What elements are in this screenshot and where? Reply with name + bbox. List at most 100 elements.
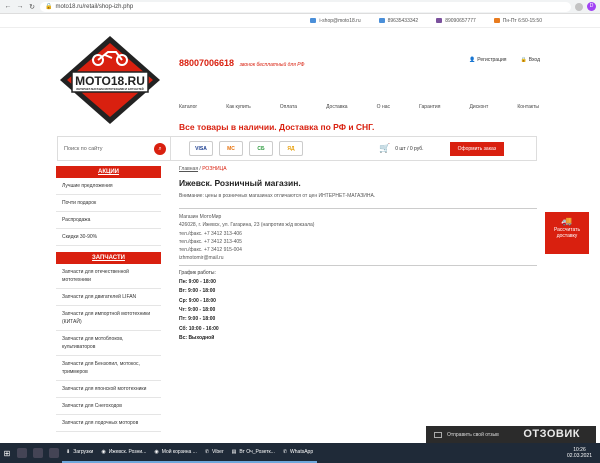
sberbank-icon: СБ bbox=[249, 141, 273, 156]
sidebar: АКЦИИ Лучшие предложения Почти подарок Р… bbox=[56, 166, 161, 432]
order-button[interactable]: Оформить заказ bbox=[449, 141, 505, 156]
task-chrome-2[interactable]: ◉ Мой корзина ... bbox=[150, 443, 201, 463]
sidebar-item[interactable]: Запчасти для мотоблоков, культиваторов bbox=[56, 331, 161, 356]
phone-note: звонок бесплатный для РФ bbox=[239, 62, 305, 68]
login-link[interactable]: 🔒 Вход bbox=[520, 57, 540, 63]
account-links: 👤 Регистрация 🔒 Вход bbox=[469, 57, 540, 63]
login-icon: 🔒 bbox=[520, 57, 527, 63]
site-header: MOTO18.RU ИНТЕРНЕТ-МАГАЗИН МОТОТЕХНИКИ И… bbox=[0, 28, 600, 132]
system-clock[interactable]: 10:26 02.03.2021 bbox=[567, 447, 600, 459]
url-text: moto18.ru/retail/shop-izh.php bbox=[55, 3, 134, 10]
header-phone[interactable]: 88007006618 звонок бесплатный для РФ bbox=[179, 58, 305, 68]
sidebar-item[interactable]: Лучшие предложения bbox=[56, 178, 161, 195]
sidebar-item[interactable]: Запчасти для импортной мототехники (КИТА… bbox=[56, 306, 161, 331]
reload-icon[interactable]: ↻ bbox=[28, 3, 36, 11]
search-input[interactable]: Поиск по сайту bbox=[64, 146, 103, 152]
yandex-money-icon: ЯД bbox=[279, 141, 303, 156]
document-icon: ▤ bbox=[231, 449, 237, 455]
browser-toolbar: ← → ↻ 🔒 moto18.ru/retail/shop-izh.php D bbox=[0, 0, 600, 14]
chat-icon bbox=[434, 431, 442, 438]
main-menu: Каталог Как купить Оплата Доставка О нас… bbox=[179, 104, 539, 110]
menu-item-payment[interactable]: Оплата bbox=[280, 104, 297, 110]
address-bar[interactable]: 🔒 moto18.ru/retail/shop-izh.php bbox=[40, 1, 571, 12]
shop-phone: тел./факс. +7 3412 313-406 bbox=[179, 230, 242, 237]
menu-item-delivery[interactable]: Доставка bbox=[326, 104, 347, 110]
shop-email[interactable]: izhmotomir@mail.ru bbox=[179, 254, 537, 262]
task-whatsapp[interactable]: ✆ WhatsApp bbox=[278, 443, 318, 463]
task-chrome-1[interactable]: ◉ Ижевск. Розни... bbox=[97, 443, 151, 463]
search-box[interactable]: Поиск по сайту ⌕ bbox=[58, 137, 171, 160]
site-logo[interactable]: MOTO18.RU ИНТЕРНЕТ-МАГАЗИН МОТОТЕХНИКИ И… bbox=[58, 34, 162, 126]
sidebar-parts-title[interactable]: ЗАПЧАСТИ bbox=[56, 252, 161, 264]
schedule-row: Вт: 9:00 - 18:00 bbox=[179, 288, 216, 295]
phone-icon bbox=[378, 18, 385, 23]
user-icon: 👤 bbox=[468, 57, 476, 63]
watermark: ОТЗОВИК bbox=[523, 428, 580, 440]
phone-number: 88007006618 bbox=[179, 58, 235, 68]
sidebar-item[interactable]: Запчасти для Бензопил, мотокос, триммеро… bbox=[56, 356, 161, 381]
windows-start-icon[interactable]: ⊞ bbox=[0, 449, 14, 458]
cart-total: 0 шт / 0 руб. bbox=[395, 145, 424, 152]
shop-name: Магазин МотоМир bbox=[179, 214, 222, 220]
topbar-phone1[interactable]: 89635433342 bbox=[378, 18, 418, 24]
task-viber[interactable]: ✆ Viber bbox=[200, 443, 228, 463]
schedule: График работы: Пн: 9:00 - 18:00 Вт: 9:00… bbox=[179, 269, 537, 343]
schedule-row: Пт: 9:00 - 18:00 bbox=[179, 316, 216, 323]
search-taskbar-icon[interactable] bbox=[17, 448, 27, 458]
task-downloads[interactable]: ⬇ Загрузки bbox=[62, 443, 98, 463]
schedule-row: Чт: 9:00 - 18:00 bbox=[179, 306, 216, 313]
clock-date: 02.03.2021 bbox=[566, 453, 592, 459]
shop-info: Магазин МотоМир 426028, г. Ижевск, ул. Г… bbox=[179, 213, 537, 266]
shop-phone: тел./факс. +7 3412 915-004 bbox=[179, 247, 242, 254]
truck-icon: 🚚 bbox=[561, 216, 573, 226]
sidebar-item[interactable]: Запчасти для японской мототехники bbox=[56, 381, 161, 398]
forward-icon[interactable]: → bbox=[16, 3, 24, 10]
sidebar-item[interactable]: Распродажа bbox=[56, 212, 161, 229]
breadcrumb: Главная / РОЗНИЦА bbox=[179, 166, 227, 172]
menu-item-discount[interactable]: Дисконт bbox=[470, 104, 489, 110]
clock-icon bbox=[493, 18, 500, 23]
sidebar-item[interactable]: Запчасти для отечественной мототехники bbox=[56, 264, 161, 289]
register-link[interactable]: 👤 Регистрация bbox=[469, 57, 506, 63]
delivery-calc-button[interactable]: 🚚 Рассчитать доставку bbox=[545, 212, 589, 254]
task-document[interactable]: ▤ Вт Оч_Розетк... bbox=[227, 443, 279, 463]
extension-icon[interactable] bbox=[575, 2, 583, 11]
chrome-icon: ◉ bbox=[154, 449, 159, 455]
sidebar-item[interactable]: Запчасти для Снегоходов bbox=[56, 398, 161, 415]
contact-topbar: i-shop@moto18.ru 89635433342 89090657777… bbox=[0, 14, 600, 28]
menu-item-about[interactable]: О нас bbox=[377, 104, 390, 110]
taskbar: ⊞ ⬇ Загрузки ◉ Ижевск. Розни... ◉ Мой корзи… bbox=[0, 443, 600, 463]
sidebar-item[interactable]: Запчасти для лодочных моторов bbox=[56, 415, 161, 432]
shop-address: 426028, г. Ижевск, ул. Гагарина, 23 (нап… bbox=[179, 222, 315, 229]
price-note: Внимание: цены в розничных магазинах отл… bbox=[179, 193, 537, 209]
topbar-phone2[interactable]: 89090657777 bbox=[436, 18, 476, 24]
menu-item-how-to-buy[interactable]: Как купить bbox=[226, 104, 250, 110]
search-cart-bar: Поиск по сайту ⌕ VISA MC СБ ЯД 🛒 0 шт / … bbox=[57, 136, 537, 161]
cart-summary[interactable]: 🛒 0 шт / 0 руб. bbox=[379, 143, 424, 154]
shop-phone: тел./факс. +7 3412 313-405 bbox=[179, 238, 242, 245]
sidebar-item[interactable]: Почти подарок bbox=[56, 195, 161, 212]
menu-item-contacts[interactable]: Контакты bbox=[517, 104, 539, 110]
folder-icon[interactable] bbox=[49, 448, 59, 458]
visa-icon: VISA bbox=[189, 141, 213, 156]
topbar-email[interactable]: i-shop@moto18.ru bbox=[310, 18, 361, 24]
menu-item-catalog[interactable]: Каталог bbox=[179, 104, 197, 110]
sidebar-item[interactable]: Скидки 30-90% bbox=[56, 229, 161, 246]
menu-item-warranty[interactable]: Гарантия bbox=[419, 104, 440, 110]
sidebar-promo-title[interactable]: АКЦИИ bbox=[56, 166, 161, 178]
logo-subtitle: ИНТЕРНЕТ-МАГАЗИН МОТОТЕХНИКИ И ЗАПЧАСТЕЙ bbox=[76, 87, 143, 91]
task-view-icon[interactable] bbox=[33, 448, 43, 458]
schedule-title: График работы: bbox=[179, 269, 216, 276]
search-icon[interactable]: ⌕ bbox=[154, 142, 166, 155]
topbar-hours: Пн-Пт 6:50-15:50 bbox=[493, 18, 542, 24]
breadcrumb-current: РОЗНИЦА bbox=[202, 166, 227, 172]
sidebar-item[interactable]: Запчасти для двигателей LIFAN bbox=[56, 289, 161, 306]
lock-icon: 🔒 bbox=[45, 4, 53, 10]
profile-avatar[interactable]: D bbox=[587, 2, 596, 11]
page-title: Ижевск. Розничный магазин. bbox=[179, 178, 301, 188]
schedule-row: Сб: 10:00 - 16:00 bbox=[179, 325, 219, 332]
viber-icon bbox=[436, 18, 443, 23]
back-icon[interactable]: ← bbox=[4, 3, 12, 10]
breadcrumb-home[interactable]: Главная bbox=[179, 166, 198, 172]
schedule-row: Вс: Выходной bbox=[179, 334, 215, 341]
